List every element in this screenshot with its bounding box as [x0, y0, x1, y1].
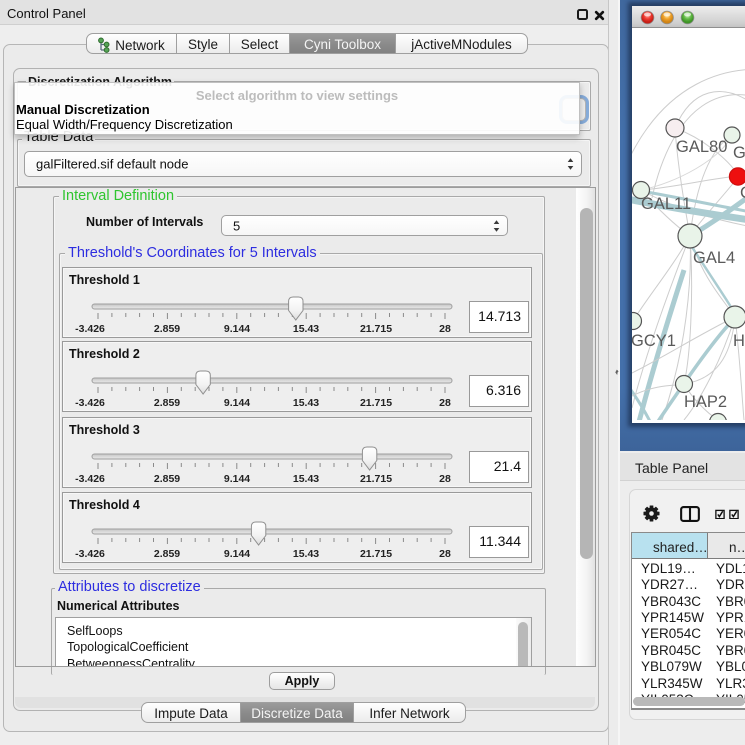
- svg-text:HAP2: HAP2: [684, 393, 727, 411]
- svg-text:GAL80: GAL80: [676, 138, 727, 156]
- svg-text:GAL11: GAL11: [641, 195, 691, 213]
- svg-text:GA: GA: [733, 144, 745, 162]
- svg-text:GCY1: GCY1: [632, 332, 676, 350]
- svg-text:GAL4: GAL4: [693, 249, 735, 267]
- svg-text:C: C: [740, 184, 745, 202]
- svg-text:H: H: [733, 332, 745, 350]
